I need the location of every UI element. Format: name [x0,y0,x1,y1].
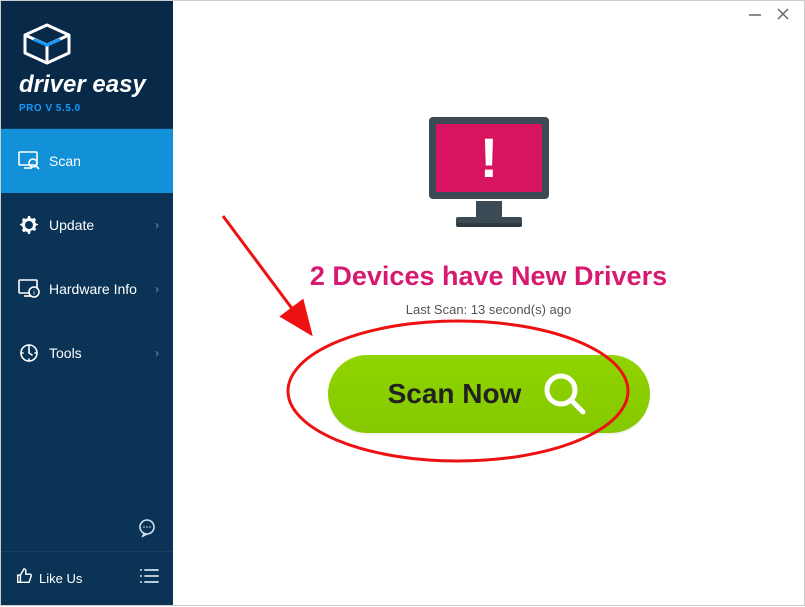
sidebar-item-scan[interactable]: Scan [1,129,173,193]
sidebar-item-tools[interactable]: Tools › [1,321,173,385]
chevron-right-icon: › [155,218,159,232]
svg-text:!: ! [479,126,498,189]
brand-version: PRO V 5.5.0 [19,103,155,114]
sidebar-item-label: Hardware Info [49,281,155,297]
sidebar-item-label: Tools [49,345,155,361]
sidebar-bottom-bar: Like Us [1,551,173,605]
chevron-right-icon: › [155,282,159,296]
sidebar-item-update[interactable]: Update › [1,193,173,257]
gear-icon [15,215,43,235]
sidebar-item-hardware-info[interactable]: i Hardware Info › [1,257,173,321]
hardware-info-icon: i [15,279,43,299]
app-window: driver easy PRO V 5.5.0 Scan [0,0,805,606]
app-logo-icon [19,23,75,65]
alert-monitor-icon: ! [414,109,564,239]
headline-text: 2 Devices have New Drivers [310,261,667,292]
sidebar-chat-row [1,518,173,551]
chevron-right-icon: › [155,346,159,360]
minimize-button[interactable] [748,7,762,27]
scan-icon [15,151,43,171]
sidebar-item-label: Scan [49,153,159,169]
scan-now-button[interactable]: Scan Now [328,355,650,433]
main-pane: ! 2 Devices have New Drivers Last Scan: … [173,1,804,605]
scan-now-label: Scan Now [388,378,522,410]
like-us-label[interactable]: Like Us [39,571,139,586]
tools-icon [15,343,43,363]
sidebar-nav: Scan Update › i [1,129,173,551]
brand-block: driver easy PRO V 5.5.0 [1,1,173,129]
close-button[interactable] [776,7,790,27]
brand-name: driver easy [19,71,155,99]
menu-list-icon[interactable] [139,568,159,589]
sidebar: driver easy PRO V 5.5.0 Scan [1,1,173,605]
window-controls [734,1,804,33]
last-scan-text: Last Scan: 13 second(s) ago [406,302,572,317]
chat-icon[interactable] [137,518,157,543]
sidebar-item-label: Update [49,217,155,233]
thumbs-up-icon[interactable] [15,567,33,590]
search-icon [541,370,589,418]
